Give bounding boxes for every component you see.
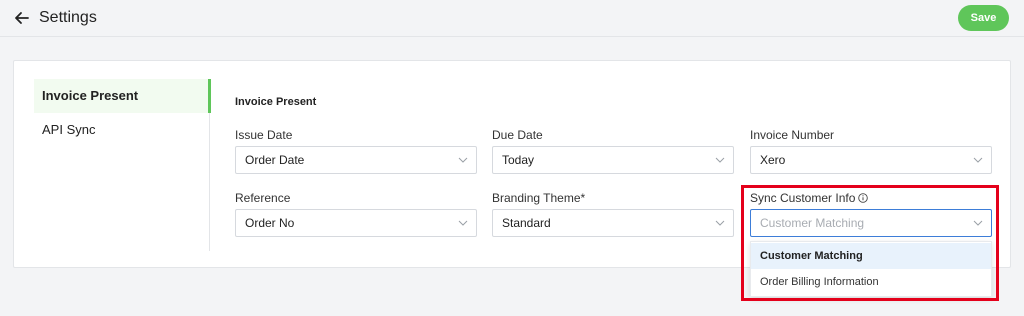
sidebar-item-invoice-present[interactable]: Invoice Present (34, 79, 211, 113)
branding-theme-value: Standard (502, 216, 551, 230)
chevron-down-icon (973, 157, 983, 163)
dropdown-option-customer-matching[interactable]: Customer Matching (751, 243, 991, 269)
invoice-number-value: Xero (760, 153, 786, 167)
top-bar: Settings Save (0, 0, 1024, 37)
issue-date-select[interactable]: Order Date (235, 146, 477, 174)
reference-value: Order No (245, 216, 295, 230)
sync-customer-info-label: Sync Customer Info (750, 191, 869, 205)
due-date-label: Due Date (492, 128, 543, 142)
page-title: Settings (39, 9, 97, 26)
reference-select[interactable]: Order No (235, 209, 477, 237)
sync-customer-info-dropdown: Customer Matching Order Billing Informat… (750, 241, 992, 297)
sync-customer-info-select[interactable]: Customer Matching (750, 209, 992, 237)
reference-label: Reference (235, 191, 291, 205)
sidebar-item-api-sync[interactable]: API Sync (34, 113, 210, 147)
branding-theme-label: Branding Theme* (492, 191, 586, 205)
chevron-down-icon (715, 220, 725, 226)
invoice-number-select[interactable]: Xero (750, 146, 992, 174)
due-date-select[interactable]: Today (492, 146, 734, 174)
settings-card: Invoice Present API Sync Invoice Present… (13, 60, 1011, 268)
section-title: Invoice Present (235, 96, 317, 108)
sync-customer-info-placeholder: Customer Matching (760, 216, 865, 230)
save-button[interactable]: Save (958, 5, 1009, 31)
settings-side-nav: Invoice Present API Sync (34, 79, 211, 251)
invoice-number-label: Invoice Number (750, 128, 835, 142)
dropdown-option-order-billing-information[interactable]: Order Billing Information (751, 269, 991, 295)
chevron-down-icon (973, 220, 983, 226)
chevron-down-icon (715, 157, 725, 163)
chevron-down-icon (458, 157, 468, 163)
sync-customer-info-text: Sync Customer Info (750, 191, 856, 205)
chevron-down-icon (458, 220, 468, 226)
due-date-value: Today (502, 153, 535, 167)
branding-theme-select[interactable]: Standard (492, 209, 734, 237)
back-arrow-icon[interactable] (13, 9, 31, 27)
issue-date-label: Issue Date (235, 128, 293, 142)
issue-date-value: Order Date (245, 153, 305, 167)
info-icon[interactable] (858, 193, 869, 203)
